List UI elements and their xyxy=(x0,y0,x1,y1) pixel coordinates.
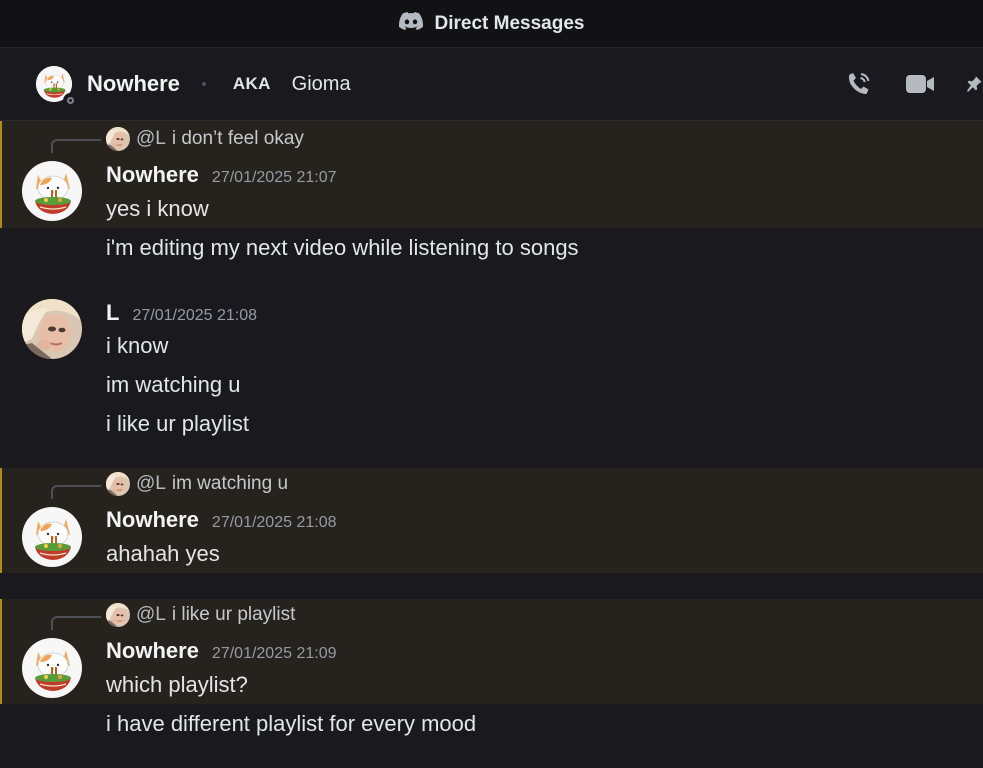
message-timestamp: 27/01/2025 21:08 xyxy=(132,307,258,324)
avatar[interactable] xyxy=(22,299,82,359)
message-list: @L i don’t feel okay Nowhere 27/01/2025 … xyxy=(0,121,983,768)
message-author[interactable]: Nowhere xyxy=(106,638,199,664)
message-text: yes i know xyxy=(106,196,209,221)
message-text: i like ur playlist xyxy=(106,411,250,436)
offline-status-icon xyxy=(63,93,78,108)
pin-icon[interactable] xyxy=(965,70,983,98)
message-text: im watching u xyxy=(106,372,241,397)
message-text: ahahah yes xyxy=(106,541,220,566)
window-title: Direct Messages xyxy=(434,12,585,34)
message-timestamp: 27/01/2025 21:07 xyxy=(211,169,337,186)
reply-connector xyxy=(51,139,101,153)
header-avatar[interactable] xyxy=(36,66,78,108)
reply-preview[interactable]: @L i like ur playlist xyxy=(106,603,295,627)
dm-header: Nowhere AKA Gioma xyxy=(0,48,983,121)
avatar[interactable] xyxy=(22,638,82,698)
message-timestamp: 27/01/2025 21:09 xyxy=(211,645,337,662)
avatar[interactable] xyxy=(22,507,82,567)
message-text: i'm editing my next video while listenin… xyxy=(106,235,579,260)
aka-label: AKA xyxy=(232,74,271,93)
window-titlebar: Direct Messages xyxy=(0,0,983,48)
reply-preview[interactable]: @L i don’t feel okay xyxy=(106,127,304,151)
reply-connector xyxy=(51,616,101,630)
reply-avatar xyxy=(106,603,130,627)
phone-call-icon[interactable] xyxy=(845,70,873,98)
header-username[interactable]: Nowhere xyxy=(87,71,180,97)
reply-mention[interactable]: @L xyxy=(136,473,166,495)
reply-text[interactable]: i like ur playlist xyxy=(172,604,296,626)
reply-text[interactable]: im watching u xyxy=(172,473,288,495)
message-timestamp: 27/01/2025 21:08 xyxy=(211,514,337,531)
discord-logo-icon xyxy=(398,12,423,35)
reply-mention[interactable]: @L xyxy=(136,604,166,626)
message-text: i have different playlist for every mood xyxy=(106,711,477,736)
reply-avatar xyxy=(106,127,130,151)
reply-mention[interactable]: @L xyxy=(136,128,166,150)
header-nickname: Gioma xyxy=(291,72,351,95)
message-author[interactable]: Nowhere xyxy=(106,507,199,533)
message-author[interactable]: Nowhere xyxy=(106,162,199,188)
reply-avatar xyxy=(106,472,130,496)
reply-connector xyxy=(51,485,101,499)
video-call-icon[interactable] xyxy=(905,72,935,96)
header-separator-dot xyxy=(201,82,206,86)
reply-text[interactable]: i don’t feel okay xyxy=(172,128,304,150)
message-text: which playlist? xyxy=(106,672,248,697)
reply-preview[interactable]: @L im watching u xyxy=(106,472,288,496)
message-text: i know xyxy=(106,333,169,358)
avatar[interactable] xyxy=(22,161,82,221)
message-author[interactable]: L xyxy=(106,300,119,326)
